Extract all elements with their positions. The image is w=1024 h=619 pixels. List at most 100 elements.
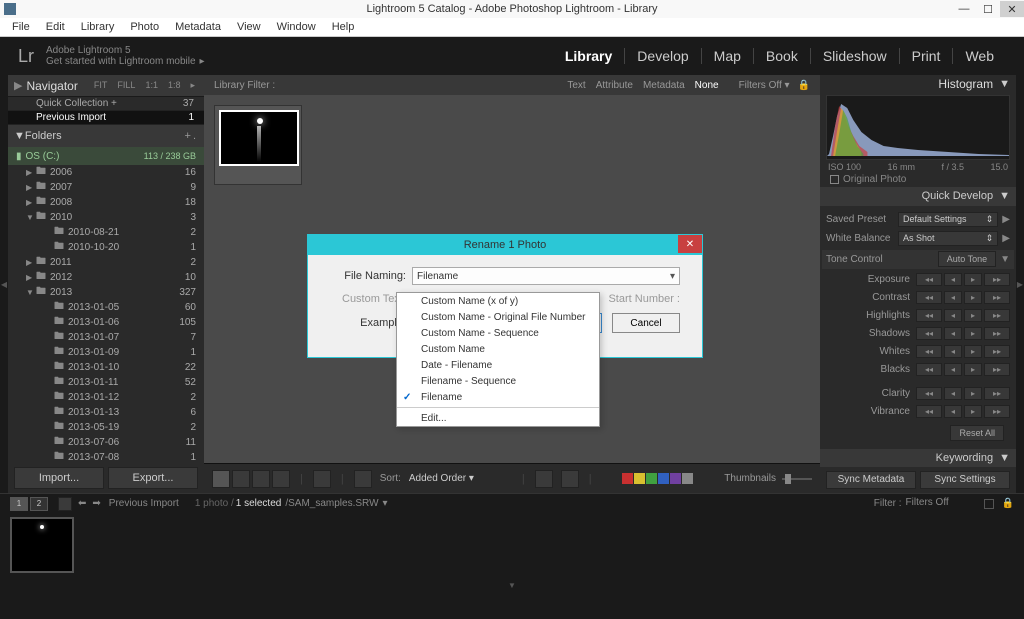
- filter-metadata[interactable]: Metadata: [643, 80, 685, 91]
- module-develop[interactable]: Develop: [625, 48, 701, 64]
- increase-button[interactable]: ▸: [964, 405, 982, 418]
- sort-dropdown[interactable]: Added Order ▾: [409, 473, 474, 484]
- color-label[interactable]: [622, 473, 633, 484]
- menu-edit[interactable]: Edit: [38, 21, 73, 33]
- dropdown-item[interactable]: Edit...: [397, 410, 599, 426]
- maximize-button[interactable]: ☐: [976, 1, 1000, 17]
- folder-row[interactable]: ▼🖿2013327: [8, 285, 204, 300]
- filter-flag-icon[interactable]: [984, 499, 994, 509]
- decrease-button[interactable]: ◂: [944, 291, 962, 304]
- menu-window[interactable]: Window: [269, 21, 324, 33]
- folder-row[interactable]: ▶🖿20112: [8, 255, 204, 270]
- flag-pick-icon[interactable]: [535, 470, 553, 488]
- painter-icon[interactable]: [313, 470, 331, 488]
- survey-view-icon[interactable]: [272, 470, 290, 488]
- reset-all-button[interactable]: Reset All: [950, 425, 1004, 441]
- grid-mini-icon[interactable]: [58, 497, 72, 511]
- menu-photo[interactable]: Photo: [122, 21, 167, 33]
- decrease-large-button[interactable]: ◂◂: [916, 273, 942, 286]
- white-balance-select[interactable]: As Shot⇕: [898, 231, 998, 246]
- menu-view[interactable]: View: [229, 21, 269, 33]
- right-panel-edge[interactable]: ▶: [1016, 75, 1024, 493]
- dropdown-item[interactable]: Custom Name - Original File Number: [397, 309, 599, 325]
- module-library[interactable]: Library: [553, 48, 625, 64]
- decrease-large-button[interactable]: ◂◂: [916, 363, 942, 376]
- increase-button[interactable]: ▸: [964, 363, 982, 376]
- increase-large-button[interactable]: ▸▸: [984, 345, 1010, 358]
- increase-large-button[interactable]: ▸▸: [984, 273, 1010, 286]
- nav-zoom-fit[interactable]: FIT: [91, 79, 111, 92]
- drive-row[interactable]: ▮ OS (C:) 113 / 238 GB: [8, 147, 204, 165]
- import-button[interactable]: Import...: [14, 467, 104, 489]
- folder-row[interactable]: 🖿2013-01-1152: [8, 375, 204, 390]
- folder-row[interactable]: 🖿2013-05-192: [8, 420, 204, 435]
- increase-large-button[interactable]: ▸▸: [984, 291, 1010, 304]
- cancel-button[interactable]: Cancel: [612, 313, 680, 333]
- filmstrip-thumbnail[interactable]: [10, 517, 74, 573]
- dropdown-item[interactable]: Date - Filename: [397, 357, 599, 373]
- increase-large-button[interactable]: ▸▸: [984, 405, 1010, 418]
- sort-direction-icon[interactable]: [354, 470, 372, 488]
- decrease-button[interactable]: ◂: [944, 309, 962, 322]
- decrease-button[interactable]: ◂: [944, 405, 962, 418]
- decrease-large-button[interactable]: ◂◂: [916, 405, 942, 418]
- folder-row[interactable]: 🖿2013-01-077: [8, 330, 204, 345]
- folders-add-icon[interactable]: +.: [185, 130, 198, 142]
- folder-row[interactable]: 🖿2013-07-0611: [8, 435, 204, 450]
- increase-large-button[interactable]: ▸▸: [984, 363, 1010, 376]
- increase-button[interactable]: ▸: [964, 309, 982, 322]
- folders-header[interactable]: ▼ Folders +.: [8, 125, 204, 147]
- folder-row[interactable]: 🖿2013-01-136: [8, 405, 204, 420]
- module-map[interactable]: Map: [702, 48, 754, 64]
- folder-row[interactable]: ▶🖿201210: [8, 270, 204, 285]
- folder-row[interactable]: 🖿2010-10-201: [8, 240, 204, 255]
- left-panel-edge[interactable]: ◀: [0, 75, 8, 493]
- thumbnail-cell[interactable]: [214, 105, 302, 185]
- filmstrip[interactable]: [0, 513, 1024, 581]
- quick-develop-header[interactable]: Quick Develop ▼: [820, 187, 1016, 205]
- nav-zoom-1-1[interactable]: 1:1: [142, 79, 161, 92]
- folder-row[interactable]: ▶🖿200818: [8, 195, 204, 210]
- folder-row[interactable]: 🖿2013-01-06105: [8, 315, 204, 330]
- folder-row[interactable]: 🖿2013-01-122: [8, 390, 204, 405]
- flag-reject-icon[interactable]: [561, 470, 579, 488]
- dropdown-item[interactable]: Filename - Sequence: [397, 373, 599, 389]
- increase-button[interactable]: ▸: [964, 387, 982, 400]
- nav-zoom-more[interactable]: ▸: [187, 79, 198, 92]
- dialog-close-button[interactable]: ✕: [678, 235, 702, 253]
- export-button[interactable]: Export...: [108, 467, 198, 489]
- menu-metadata[interactable]: Metadata: [167, 21, 229, 33]
- filmstrip-source[interactable]: Previous Import: [109, 498, 179, 509]
- decrease-large-button[interactable]: ◂◂: [916, 387, 942, 400]
- menu-library[interactable]: Library: [73, 21, 123, 33]
- color-label[interactable]: [634, 473, 645, 484]
- collection-row[interactable]: Previous Import1: [8, 111, 204, 125]
- file-naming-select[interactable]: Filename: [412, 267, 680, 285]
- filter-text[interactable]: Text: [567, 80, 585, 91]
- increase-button[interactable]: ▸: [964, 345, 982, 358]
- close-button[interactable]: ✕: [1000, 1, 1024, 17]
- filmstrip-collapse-arrow[interactable]: ▼: [0, 581, 1024, 595]
- chevron-down-icon[interactable]: ▼: [1000, 254, 1010, 265]
- dropdown-item[interactable]: Custom Name (x of y): [397, 293, 599, 309]
- keywording-header[interactable]: Keywording ▼: [820, 449, 1016, 467]
- minimize-button[interactable]: —: [952, 1, 976, 17]
- folder-row[interactable]: ▶🖿200616: [8, 165, 204, 180]
- decrease-button[interactable]: ◂: [944, 273, 962, 286]
- folder-row[interactable]: 🖿2013-01-1022: [8, 360, 204, 375]
- navigator-header[interactable]: ▶ Navigator FITFILL1:11:8▸: [8, 75, 204, 97]
- decrease-button[interactable]: ◂: [944, 363, 962, 376]
- sync-metadata-button[interactable]: Sync Metadata: [826, 471, 916, 489]
- chevron-right-icon[interactable]: ▶: [1002, 214, 1010, 225]
- color-label[interactable]: [682, 473, 693, 484]
- increase-button[interactable]: ▸: [964, 291, 982, 304]
- module-slideshow[interactable]: Slideshow: [811, 48, 900, 64]
- increase-button[interactable]: ▸: [964, 327, 982, 340]
- dropdown-item[interactable]: Filename: [397, 389, 599, 405]
- color-label[interactable]: [670, 473, 681, 484]
- folder-row[interactable]: ▼🖿20103: [8, 210, 204, 225]
- collection-row[interactable]: Quick Collection +37: [8, 97, 204, 111]
- lock-icon[interactable]: 🔒: [1002, 498, 1014, 509]
- original-photo-checkbox[interactable]: [830, 175, 839, 184]
- decrease-large-button[interactable]: ◂◂: [916, 345, 942, 358]
